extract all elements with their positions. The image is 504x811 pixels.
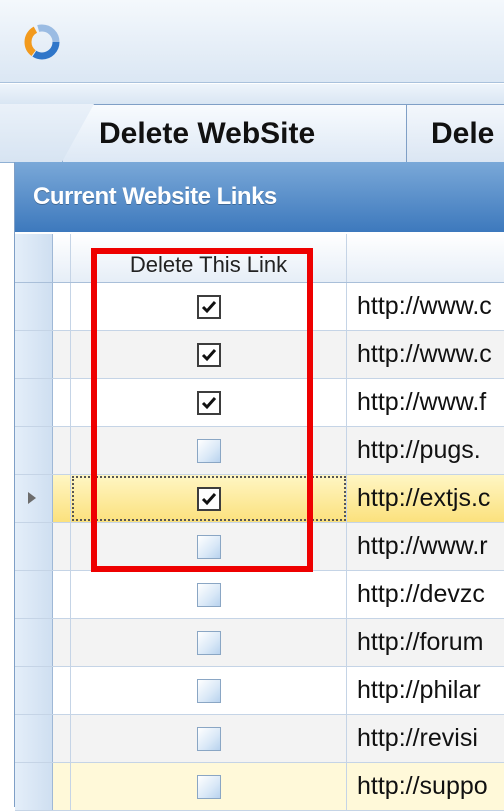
delete-cell — [71, 427, 347, 474]
delete-cell — [71, 523, 347, 570]
url-cell[interactable]: http://devzc — [347, 571, 504, 618]
checkmark-icon — [201, 300, 216, 313]
row-spacer — [53, 667, 71, 714]
delete-checkbox[interactable] — [196, 534, 221, 559]
url-cell[interactable]: http://www.f — [347, 379, 504, 426]
delete-checkbox[interactable] — [196, 726, 221, 751]
table-row[interactable]: http://philar — [15, 667, 504, 715]
row-selector[interactable] — [15, 763, 53, 810]
row-spacer — [53, 619, 71, 666]
table-row[interactable]: http://www.r — [15, 523, 504, 571]
delete-checkbox[interactable] — [196, 294, 221, 319]
table-row[interactable]: http://revisi — [15, 715, 504, 763]
table-row[interactable]: http://forum — [15, 619, 504, 667]
delete-cell — [71, 475, 347, 522]
table-row[interactable]: http://extjs.c — [15, 475, 504, 523]
url-cell[interactable]: http://suppo — [347, 763, 504, 810]
current-row-arrow-icon — [28, 492, 36, 504]
row-spacer — [53, 427, 71, 474]
row-selector[interactable] — [15, 715, 53, 762]
delete-checkbox[interactable] — [196, 582, 221, 607]
delete-checkbox[interactable] — [196, 486, 221, 511]
delete-cell — [71, 331, 347, 378]
delete-cell — [71, 379, 347, 426]
row-selector[interactable] — [15, 331, 53, 378]
column-header-url[interactable] — [347, 234, 504, 282]
checkmark-icon — [201, 396, 216, 409]
url-cell[interactable]: http://philar — [347, 667, 504, 714]
table-row[interactable]: http://pugs. — [15, 427, 504, 475]
tab-delete-other[interactable]: Dele — [406, 104, 504, 162]
tab-bar: Delete WebSite Dele — [0, 104, 504, 163]
url-cell[interactable]: http://forum — [347, 619, 504, 666]
grid-header-spacer — [53, 234, 71, 282]
row-selector[interactable] — [15, 283, 53, 330]
url-cell[interactable]: http://www.c — [347, 331, 504, 378]
url-cell[interactable]: http://extjs.c — [347, 475, 504, 522]
website-links-panel: Current Website Links Delete This Link h… — [14, 162, 504, 811]
delete-cell — [71, 619, 347, 666]
grid-header-row: Delete This Link — [15, 234, 504, 283]
tab-delete-website[interactable]: Delete WebSite — [62, 104, 412, 162]
toolbar-strip — [0, 84, 504, 104]
url-cell[interactable]: http://www.c — [347, 283, 504, 330]
delete-checkbox[interactable] — [196, 630, 221, 655]
table-row[interactable]: http://www.c — [15, 283, 504, 331]
panel-title: Current Website Links — [15, 162, 504, 232]
row-spacer — [53, 283, 71, 330]
title-bar — [0, 0, 504, 83]
row-spacer — [53, 331, 71, 378]
row-spacer — [53, 571, 71, 618]
row-selector[interactable] — [15, 379, 53, 426]
delete-checkbox[interactable] — [196, 438, 221, 463]
table-row[interactable]: http://www.f — [15, 379, 504, 427]
delete-cell — [71, 667, 347, 714]
row-selector[interactable] — [15, 667, 53, 714]
delete-checkbox[interactable] — [196, 342, 221, 367]
delete-checkbox[interactable] — [196, 774, 221, 799]
row-spacer — [53, 523, 71, 570]
delete-cell — [71, 763, 347, 810]
url-cell[interactable]: http://www.r — [347, 523, 504, 570]
delete-checkbox[interactable] — [196, 678, 221, 703]
row-selector-header[interactable] — [15, 234, 53, 282]
row-spacer — [53, 763, 71, 810]
url-cell[interactable]: http://pugs. — [347, 427, 504, 474]
table-row[interactable]: http://www.c — [15, 331, 504, 379]
row-selector[interactable] — [15, 427, 53, 474]
table-row[interactable]: http://suppo — [15, 763, 504, 811]
row-spacer — [53, 475, 71, 522]
row-spacer — [53, 379, 71, 426]
delete-cell — [71, 571, 347, 618]
table-row[interactable]: http://devzc — [15, 571, 504, 619]
delete-cell — [71, 715, 347, 762]
row-selector[interactable] — [15, 523, 53, 570]
delete-checkbox[interactable] — [196, 390, 221, 415]
links-grid: Delete This Link http://www.c http://www.… — [15, 234, 504, 811]
row-selector[interactable] — [15, 475, 53, 522]
row-selector[interactable] — [15, 571, 53, 618]
checkmark-icon — [201, 348, 216, 361]
row-spacer — [53, 715, 71, 762]
row-selector[interactable] — [15, 619, 53, 666]
delete-cell — [71, 283, 347, 330]
column-header-delete[interactable]: Delete This Link — [71, 234, 347, 282]
app-logo-icon — [24, 24, 60, 60]
url-cell[interactable]: http://revisi — [347, 715, 504, 762]
checkmark-icon — [201, 492, 216, 505]
